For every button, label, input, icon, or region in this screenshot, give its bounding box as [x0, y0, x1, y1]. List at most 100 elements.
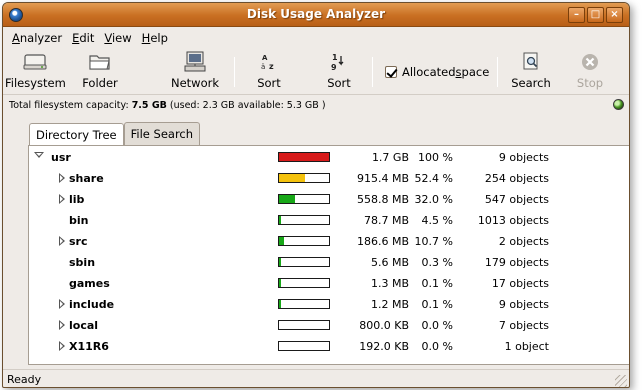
expander-collapsed-icon[interactable]: [59, 173, 65, 183]
usage-bar: [278, 194, 330, 204]
toolbar-separator: [372, 57, 373, 87]
folder-size: 1.3 MB: [370, 277, 409, 290]
menu-help[interactable]: Help: [137, 31, 173, 45]
folder-name: games: [69, 277, 110, 290]
folder-size: 192.0 KB: [359, 340, 409, 353]
folder-percent: 100 %: [418, 151, 453, 164]
usage-bar-fill: [279, 195, 295, 203]
usage-bar: [278, 320, 330, 330]
tree-row[interactable]: sbin 5.6 MB 0.3 % 179 objects: [29, 252, 629, 273]
view-tabs: Directory Tree File Search: [29, 122, 201, 146]
status-text: Ready: [7, 373, 42, 386]
folder-size: 5.6 MB: [370, 256, 409, 269]
usage-bar: [278, 215, 330, 225]
window-controls: – □ ×: [568, 7, 623, 23]
toolbar-separator: [234, 57, 235, 87]
expander-collapsed-icon[interactable]: [59, 299, 65, 309]
filesystem-capacity: Total filesystem capacity: 7.5 GB (used:…: [9, 100, 326, 111]
folder-name: X11R6: [69, 340, 109, 353]
tree-row[interactable]: bin 78.7 MB 4.5 % 1013 objects: [29, 210, 629, 231]
status-bar: Ready: [3, 369, 629, 387]
folder-object-count: 254 objects: [484, 172, 549, 185]
menu-analyzer[interactable]: Analyzer: [7, 31, 67, 45]
usage-bar: [278, 341, 330, 351]
usage-bar: [278, 173, 330, 183]
expander-collapsed-icon[interactable]: [59, 320, 65, 330]
tree-row[interactable]: include 1.2 MB 0.1 % 9 objects: [29, 294, 629, 315]
toolbar: Filesystem Folder Network Aäz Sort 19 So…: [3, 49, 629, 95]
tab-file-search[interactable]: File Search: [123, 122, 201, 145]
folder-name: src: [69, 235, 88, 248]
stop-icon: [573, 51, 607, 73]
folder-name: sbin: [69, 256, 96, 269]
folder-name: bin: [69, 214, 89, 227]
folder-object-count: 9 objects: [498, 298, 549, 311]
sort-alpha-icon: Aäz: [249, 51, 289, 73]
svg-text:1: 1: [332, 53, 338, 62]
window-title: Disk Usage Analyzer: [246, 7, 386, 21]
tree-row[interactable]: lib 558.8 MB 32.0 % 547 objects: [29, 189, 629, 210]
folder-object-count: 9 objects: [498, 151, 549, 164]
folder-percent: 32.0 %: [414, 193, 453, 206]
status-led-icon: [613, 99, 624, 110]
expander-collapsed-icon[interactable]: [59, 341, 65, 351]
toolbar-separator: [497, 57, 498, 87]
stop-button[interactable]: Stop: [573, 51, 607, 93]
tab-directory-tree[interactable]: Directory Tree: [29, 123, 124, 146]
minimize-button[interactable]: –: [568, 7, 585, 23]
tree-row[interactable]: src 186.6 MB 10.7 % 2 objects: [29, 231, 629, 252]
directory-tree-view[interactable]: usr 1.7 GB 100 % 9 objects share 915.4 MB 52.4…: [28, 145, 629, 365]
resize-grip[interactable]: [615, 375, 627, 387]
usage-bar: [278, 278, 330, 288]
tree-row[interactable]: games 1.3 MB 0.1 % 17 objects: [29, 273, 629, 294]
folder-object-count: 17 objects: [491, 277, 549, 290]
folder-object-count: 2 objects: [498, 235, 549, 248]
usage-bar-fill: [279, 279, 281, 287]
scan-network-button[interactable]: Network: [169, 51, 221, 93]
tree-row[interactable]: share 915.4 MB 52.4 % 254 objects: [29, 168, 629, 189]
folder-name: share: [69, 172, 104, 185]
menu-view[interactable]: View: [99, 31, 136, 45]
folder-size: 800.0 KB: [359, 319, 409, 332]
sort-numeric-icon: 19: [319, 51, 359, 73]
folder-percent: 4.5 %: [421, 214, 453, 227]
folder-object-count: 1013 objects: [477, 214, 549, 227]
folder-percent: 0.1 %: [421, 277, 453, 290]
tree-row[interactable]: local 800.0 KB 0.0 % 7 objects: [29, 315, 629, 336]
allocated-space-toggle[interactable]: Allocated s pace: [385, 65, 489, 79]
svg-text:A: A: [262, 54, 268, 62]
folder-size: 558.8 MB: [356, 193, 409, 206]
tree-row[interactable]: X11R6 192.0 KB 0.0 % 1 object: [29, 336, 629, 357]
close-button[interactable]: ×: [606, 7, 623, 23]
scan-folder-button[interactable]: Folder: [77, 51, 123, 93]
sort-by-size-button[interactable]: 19 Sort: [319, 51, 359, 93]
usage-bar: [278, 299, 330, 309]
usage-bar-fill: [279, 174, 306, 182]
folder-size: 186.6 MB: [356, 235, 409, 248]
usage-bar: [278, 236, 330, 246]
scan-filesystem-button[interactable]: Filesystem: [5, 51, 66, 93]
folder-name: local: [69, 319, 99, 332]
folder-object-count: 547 objects: [484, 193, 549, 206]
folder-size: 1.2 MB: [370, 298, 409, 311]
search-button[interactable]: Search: [509, 51, 553, 93]
maximize-button[interactable]: □: [587, 7, 604, 23]
main-window: Disk Usage Analyzer – □ × Analyzer Edit …: [2, 2, 630, 388]
svg-text:9: 9: [331, 63, 337, 72]
folder-name: usr: [51, 151, 71, 164]
search-icon: [509, 51, 553, 73]
sort-by-name-button[interactable]: Aäz Sort: [249, 51, 289, 93]
folder-percent: 0.1 %: [421, 298, 453, 311]
usage-bar: [278, 257, 330, 267]
folder-name: include: [69, 298, 115, 311]
expander-collapsed-icon[interactable]: [59, 194, 65, 204]
folder-size: 1.7 GB: [371, 151, 409, 164]
network-icon: [169, 51, 221, 73]
title-bar[interactable]: Disk Usage Analyzer – □ ×: [3, 3, 629, 27]
folder-icon: [77, 51, 123, 73]
menu-edit[interactable]: Edit: [67, 31, 99, 45]
allocated-space-checkbox[interactable]: [385, 66, 397, 78]
tree-row[interactable]: usr 1.7 GB 100 % 9 objects: [29, 147, 629, 168]
expander-collapsed-icon[interactable]: [59, 236, 65, 246]
folder-object-count: 7 objects: [498, 319, 549, 332]
